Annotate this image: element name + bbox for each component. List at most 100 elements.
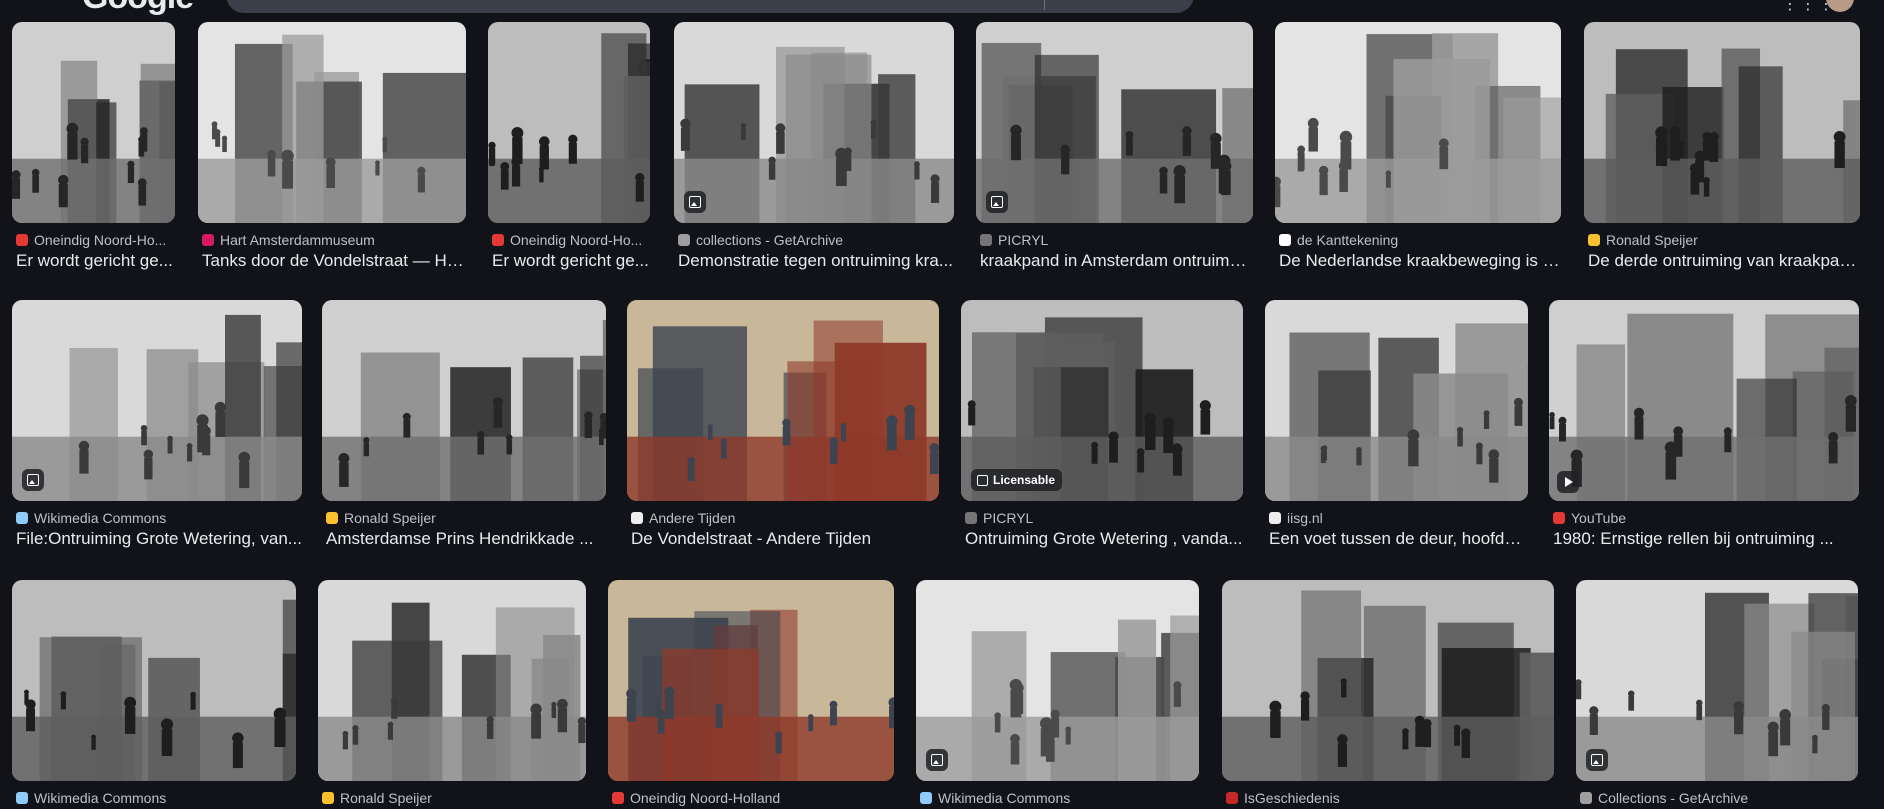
result-source[interactable]: Hart Amsterdammuseum	[202, 232, 375, 248]
source-name: Ronald Speijer	[340, 790, 432, 806]
result-source[interactable]: YouTube	[1553, 510, 1626, 526]
result-source[interactable]: Collections - GetArchive	[1580, 790, 1748, 806]
site-favicon-icon	[322, 792, 334, 804]
source-name: iisg.nl	[1287, 510, 1323, 526]
image-results-grid: Oneindig Noord-Ho... Er wordt gericht ge.…	[0, 0, 1884, 809]
result-thumbnail[interactable]	[12, 580, 296, 781]
result-source[interactable]: de Kanttekening	[1279, 232, 1398, 248]
source-name: Wikimedia Commons	[34, 790, 167, 806]
result-thumbnail[interactable]	[1584, 22, 1860, 223]
result-thumbnail[interactable]	[322, 300, 606, 501]
result-source[interactable]: Ronald Speijer	[326, 510, 436, 526]
result-source[interactable]: PICRYL	[980, 232, 1048, 248]
result-thumbnail[interactable]	[1222, 580, 1554, 781]
site-favicon-icon	[202, 234, 214, 246]
result-title[interactable]: File:Ontruiming Grote Wetering, van...	[16, 529, 302, 549]
image-badge-icon	[986, 191, 1008, 213]
source-name: Wikimedia Commons	[938, 790, 1071, 806]
result-title[interactable]: Er wordt gericht ge...	[16, 251, 175, 271]
result-source[interactable]: iisg.nl	[1269, 510, 1323, 526]
result-title[interactable]: De Nederlandse kraakbeweging is n...	[1279, 251, 1561, 271]
image-result-card[interactable]: Oneindig Noord-Holland	[608, 580, 894, 809]
source-name: Collections - GetArchive	[1598, 790, 1749, 806]
result-title[interactable]: Tanks door de Vondelstraat — Ha...	[202, 251, 466, 271]
site-favicon-icon	[1226, 792, 1238, 804]
source-name: Wikimedia Commons	[34, 510, 167, 526]
source-name: Oneindig Noord-Holland	[630, 790, 781, 806]
photo-thumbnail	[318, 580, 586, 781]
result-title[interactable]: Er wordt gericht ge...	[492, 251, 650, 271]
photo-thumbnail	[976, 22, 1253, 223]
site-favicon-icon	[965, 512, 977, 524]
result-title[interactable]: Ontruiming Grote Wetering , vanda...	[965, 529, 1243, 549]
result-title[interactable]: Demonstratie tegen ontruiming kra...	[678, 251, 954, 271]
result-source[interactable]: Oneindig Noord-Ho...	[16, 232, 166, 248]
result-thumbnail[interactable]	[1576, 580, 1858, 781]
result-title[interactable]: 1980: Ernstige rellen bij ontruiming ...	[1553, 529, 1859, 549]
result-thumbnail[interactable]	[12, 300, 302, 501]
result-thumbnail[interactable]	[1275, 22, 1561, 223]
result-thumbnail[interactable]	[1265, 300, 1528, 501]
source-name: PICRYL	[983, 510, 1034, 526]
image-result-card[interactable]: Collections - GetArchive	[1576, 580, 1858, 809]
site-favicon-icon	[492, 234, 504, 246]
source-name: IsGeschiedenis	[1244, 790, 1340, 806]
site-favicon-icon	[16, 512, 28, 524]
photo-thumbnail	[12, 22, 175, 223]
site-favicon-icon	[1588, 234, 1600, 246]
result-source[interactable]: Wikimedia Commons	[16, 790, 166, 806]
result-title[interactable]: De derde ontruiming van kraakpan...	[1588, 251, 1860, 271]
result-source[interactable]: Oneindig Noord-Holland	[612, 790, 780, 806]
result-source[interactable]: Wikimedia Commons	[16, 510, 166, 526]
site-favicon-icon	[16, 792, 28, 804]
site-favicon-icon	[612, 792, 624, 804]
result-title[interactable]: Amsterdamse Prins Hendrikkade ...	[326, 529, 606, 549]
result-source[interactable]: Wikimedia Commons	[920, 790, 1070, 806]
source-name: Oneindig Noord-Ho...	[510, 232, 643, 248]
photo-thumbnail	[916, 580, 1199, 781]
result-source[interactable]: PICRYL	[965, 510, 1033, 526]
source-name: Andere Tijden	[649, 510, 736, 526]
image-badge-icon	[22, 469, 44, 491]
result-thumbnail[interactable]: Licensable	[961, 300, 1243, 501]
result-thumbnail[interactable]	[916, 580, 1199, 781]
image-result-card[interactable]: Wikimedia Commons	[12, 580, 296, 809]
photo-thumbnail	[608, 580, 894, 781]
image-result-card[interactable]: Wikimedia Commons	[916, 580, 1199, 809]
result-source[interactable]: Andere Tijden	[631, 510, 735, 526]
result-thumbnail[interactable]	[1549, 300, 1859, 501]
result-thumbnail[interactable]	[674, 22, 954, 223]
source-name: YouTube	[1571, 510, 1627, 526]
image-badge-icon	[926, 749, 948, 771]
result-source[interactable]: Ronald Speijer	[1588, 232, 1698, 248]
result-source[interactable]: IsGeschiedenis	[1226, 790, 1340, 806]
result-thumbnail[interactable]	[608, 580, 894, 781]
source-name: de Kanttekening	[1297, 232, 1399, 248]
image-badge-icon	[1586, 749, 1608, 771]
photo-thumbnail	[1265, 300, 1528, 501]
photo-thumbnail	[1584, 22, 1860, 223]
image-badge-icon	[684, 191, 706, 213]
result-title[interactable]: kraakpand in Amsterdam ontruimd ...	[980, 251, 1253, 271]
image-result-card[interactable]: Ronald Speijer	[318, 580, 586, 809]
site-favicon-icon	[1580, 792, 1592, 804]
result-thumbnail[interactable]	[318, 580, 586, 781]
image-result-card[interactable]: IsGeschiedenis	[1222, 580, 1554, 809]
photo-thumbnail	[488, 22, 650, 223]
result-source[interactable]: Oneindig Noord-Ho...	[492, 232, 642, 248]
result-source[interactable]: collections - GetArchive	[678, 232, 843, 248]
result-thumbnail[interactable]	[488, 22, 650, 223]
result-thumbnail[interactable]	[12, 22, 175, 223]
site-favicon-icon	[1553, 512, 1565, 524]
result-title[interactable]: De Vondelstraat - Andere Tijden	[631, 529, 939, 549]
result-source[interactable]: Ronald Speijer	[322, 790, 432, 806]
result-title[interactable]: Een voet tussen de deur, hoofdst...	[1269, 529, 1528, 549]
photo-thumbnail	[627, 300, 939, 501]
site-favicon-icon	[1269, 512, 1281, 524]
result-thumbnail[interactable]	[976, 22, 1253, 223]
result-thumbnail[interactable]	[627, 300, 939, 501]
source-name: Ronald Speijer	[344, 510, 436, 526]
photo-thumbnail	[1275, 22, 1561, 223]
result-thumbnail[interactable]	[198, 22, 466, 223]
source-name: collections - GetArchive	[696, 232, 844, 248]
